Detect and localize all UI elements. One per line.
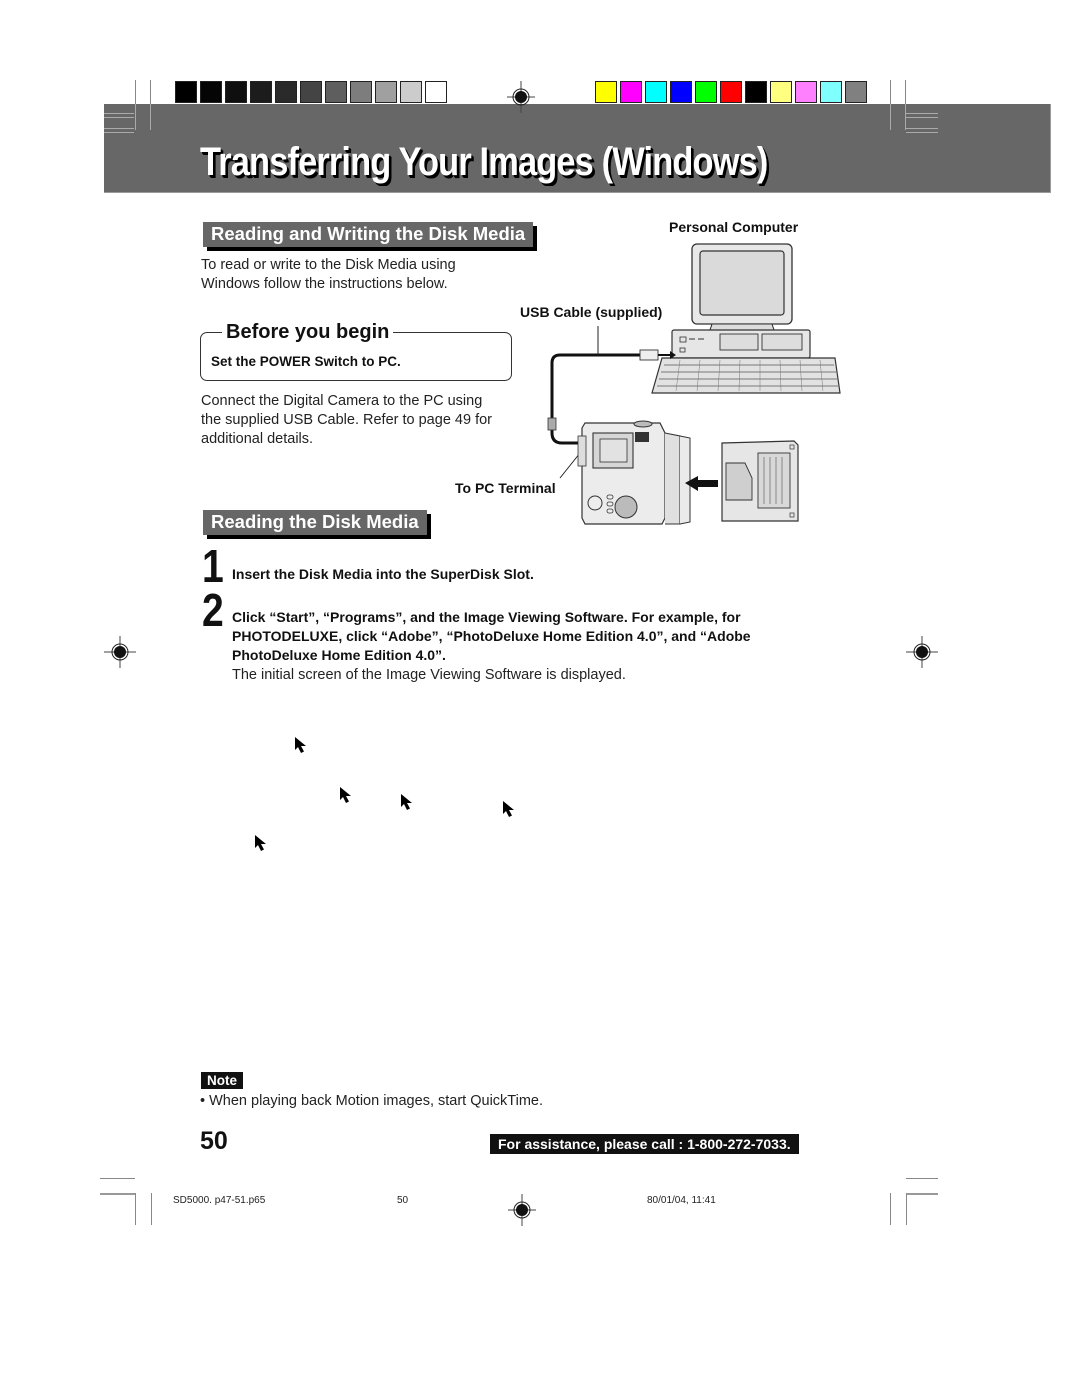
section-heading-reading: Reading the Disk Media xyxy=(203,510,427,535)
color-swatch xyxy=(175,81,197,103)
color-swatch xyxy=(300,81,322,103)
label-personal-computer: Personal Computer xyxy=(669,219,799,235)
registration-mark-icon xyxy=(906,636,938,668)
crop-mark xyxy=(104,128,134,133)
crop-mark xyxy=(135,104,136,130)
registration-mark-icon xyxy=(104,636,136,668)
color-swatch xyxy=(620,81,642,103)
grayscale-color-bar xyxy=(175,81,447,103)
before-you-begin-title: Before you begin xyxy=(222,321,394,344)
crop-mark xyxy=(151,1193,152,1225)
color-swatch xyxy=(795,81,817,103)
assistance-phone-banner: For assistance, please call : 1-800-272-… xyxy=(490,1134,799,1154)
computer-monitor-icon xyxy=(691,243,793,334)
crop-mark xyxy=(905,104,906,130)
keyboard-icon xyxy=(651,357,841,394)
color-swatch xyxy=(325,81,347,103)
crop-mark xyxy=(906,1193,907,1225)
step-subtext: The initial screen of the Image Viewing … xyxy=(232,667,626,683)
slug-date: 80/01/04, 11:41 xyxy=(647,1195,716,1206)
crop-mark xyxy=(906,1193,938,1195)
crop-mark xyxy=(906,128,938,133)
cursor-arrow-icon xyxy=(339,786,355,811)
color-swatch xyxy=(250,81,272,103)
color-swatch xyxy=(425,81,447,103)
color-swatch xyxy=(350,81,372,103)
color-swatch xyxy=(275,81,297,103)
color-swatch xyxy=(820,81,842,103)
crop-mark xyxy=(906,1178,938,1179)
color-swatch xyxy=(595,81,617,103)
step-number: 1 xyxy=(202,540,224,592)
power-switch-instruction: Set the POWER Switch to PC. xyxy=(211,354,401,369)
step-number: 2 xyxy=(202,584,224,636)
crop-mark xyxy=(150,104,151,130)
crop-mark xyxy=(100,1193,135,1195)
usb-plug-icon xyxy=(639,349,659,361)
cursor-arrow-icon xyxy=(294,736,310,761)
step-text: Insert the Disk Media into the SuperDisk… xyxy=(232,566,534,582)
section-heading-reading-writing: Reading and Writing the Disk Media xyxy=(203,222,534,247)
crop-mark xyxy=(100,1178,135,1179)
color-swatch xyxy=(670,81,692,103)
page-number: 50 xyxy=(200,1127,228,1155)
computer-case-icon xyxy=(671,329,811,359)
cursor-arrow-icon xyxy=(400,793,416,818)
color-swatch xyxy=(845,81,867,103)
color-swatch xyxy=(745,81,767,103)
color-swatch xyxy=(400,81,422,103)
slug-page: 50 xyxy=(397,1195,409,1206)
intro-text: To read or write to the Disk Media using… xyxy=(201,257,456,292)
page-title: Transferring Your Images (Windows) xyxy=(200,140,768,184)
registration-mark-icon xyxy=(505,81,537,113)
note-badge: Note xyxy=(201,1072,243,1089)
crop-mark xyxy=(104,113,134,118)
crop-mark xyxy=(135,1193,136,1225)
color-swatch xyxy=(720,81,742,103)
color-swatch xyxy=(225,81,247,103)
color-swatch xyxy=(645,81,667,103)
step-text: Click “Start”, “Programs”, and the Image… xyxy=(232,609,751,663)
crop-mark xyxy=(890,104,891,130)
cursor-arrow-icon xyxy=(502,800,518,825)
color-swatch xyxy=(695,81,717,103)
color-swatch xyxy=(200,81,222,103)
registration-mark-icon xyxy=(506,1194,538,1226)
color-swatch xyxy=(770,81,792,103)
crop-mark xyxy=(906,113,938,118)
connect-text: Connect the Digital Camera to the PC usi… xyxy=(201,393,492,447)
cursor-arrow-icon xyxy=(254,834,270,859)
crop-mark xyxy=(890,1193,891,1225)
digital-camera-icon xyxy=(577,420,691,525)
connection-diagram xyxy=(547,243,841,525)
note-text: • When playing back Motion images, start… xyxy=(200,1093,544,1109)
superdisk-icon xyxy=(721,440,799,522)
slug-filename: SD5000. p47-51.p65 xyxy=(173,1195,266,1206)
process-color-bar xyxy=(595,81,867,103)
color-swatch xyxy=(375,81,397,103)
